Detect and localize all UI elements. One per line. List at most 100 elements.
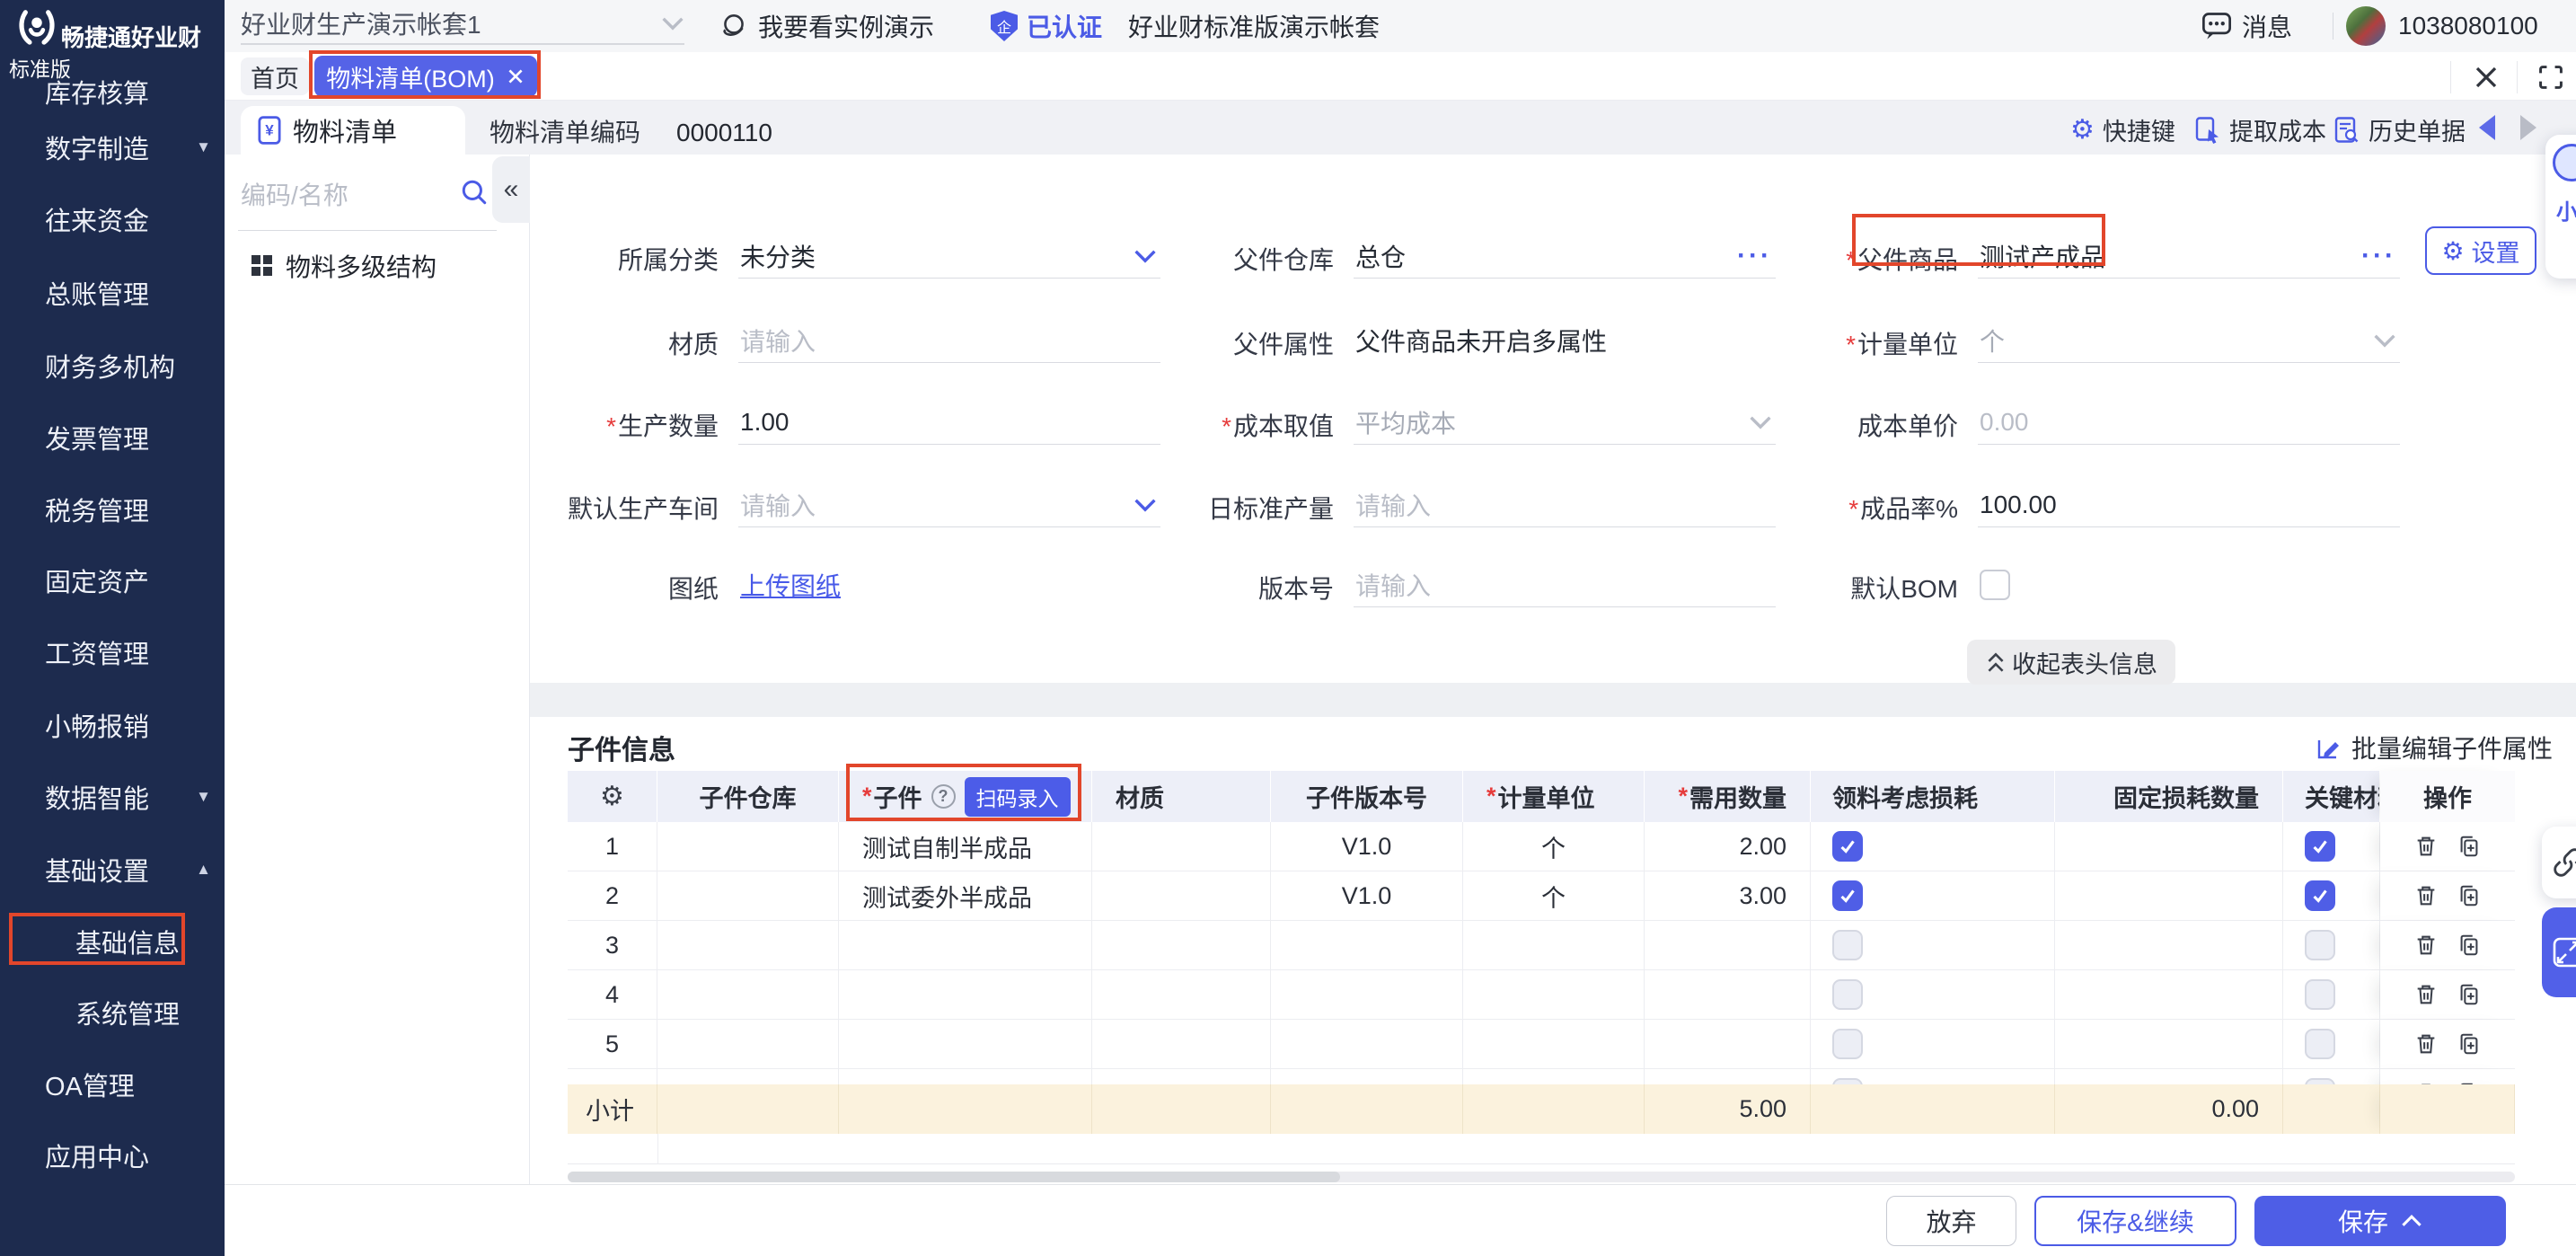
sidebar-item-15[interactable]: OA管理 [45, 1061, 211, 1108]
cost-method-select[interactable]: 平均成本 [1354, 400, 1776, 445]
daily-output-input[interactable]: 请输入 [1354, 482, 1776, 527]
cell-loss[interactable] [1811, 970, 2055, 1020]
prev-doc-arrow[interactable] [2479, 115, 2495, 140]
parent-product-picker[interactable]: 测试产成品 ··· [1978, 234, 2400, 279]
sidebar-item-10[interactable]: 小畅报销 [45, 702, 211, 748]
cell-fixed_loss[interactable] [2055, 970, 2283, 1020]
cell-version[interactable] [1271, 1020, 1463, 1069]
checkbox-unchecked[interactable] [2305, 1078, 2335, 1084]
version-input[interactable]: 请输入 [1354, 562, 1776, 607]
cell-actions[interactable] [2380, 1069, 2515, 1084]
cell-warehouse[interactable] [657, 921, 839, 970]
cell-child[interactable] [839, 921, 1092, 970]
horizontal-scrollbar[interactable] [568, 1172, 2515, 1182]
cell-loss[interactable] [1811, 822, 2055, 871]
checkbox-unchecked[interactable] [2305, 1029, 2335, 1059]
copy-insert-row-icon[interactable] [2457, 883, 2482, 908]
category-select[interactable]: 未分类 [738, 234, 1160, 279]
delete-row-icon[interactable] [2413, 982, 2439, 1007]
sidebar-item-13[interactable]: 基础信息 [75, 918, 210, 965]
sidebar-item-6[interactable]: 发票管理 [45, 414, 211, 461]
ellipsis-picker-icon[interactable]: ··· [1737, 241, 1772, 271]
cell-fixed_loss[interactable] [2055, 871, 2283, 921]
cell-material[interactable] [1092, 871, 1271, 921]
cell-warehouse[interactable] [657, 970, 839, 1020]
cell-qty[interactable] [1645, 921, 1811, 970]
upload-drawing-link[interactable]: 上传图纸 [740, 567, 841, 603]
tab-home[interactable]: 首页 [241, 57, 309, 95]
workshop-select[interactable]: 请输入 [738, 482, 1160, 527]
cell-loss[interactable] [1811, 1069, 2055, 1084]
cell-qty[interactable] [1645, 1020, 1811, 1069]
cell-actions[interactable] [2380, 970, 2515, 1020]
scrollbar-thumb[interactable] [568, 1172, 1340, 1182]
cell-fixed_loss[interactable] [2055, 1069, 2283, 1084]
sidebar-item-7[interactable]: 税务管理 [45, 486, 211, 533]
yield-rate-input[interactable]: 100.00 [1978, 482, 2400, 527]
close-page-button[interactable] [2466, 59, 2506, 95]
sidebar-item-12[interactable]: 基础设置▲ [45, 846, 211, 893]
tab-bom-active[interactable]: 物料清单(BOM) [314, 56, 537, 97]
close-tab-icon[interactable] [506, 66, 525, 86]
cell-actions[interactable] [2380, 921, 2515, 970]
cell-material[interactable] [1092, 1020, 1271, 1069]
sidebar-item-9[interactable]: 工资管理 [45, 629, 211, 676]
cell-loss[interactable] [1811, 1020, 2055, 1069]
cell-warehouse[interactable] [657, 1020, 839, 1069]
checkbox-checked[interactable] [1832, 880, 1863, 911]
checkbox-unchecked[interactable] [1832, 979, 1863, 1010]
cell-version[interactable] [1271, 970, 1463, 1020]
copy-insert-row-icon[interactable] [2457, 1031, 2482, 1057]
demo-link[interactable]: 我要看实例演示 [719, 0, 934, 52]
save-button[interactable]: 保存 [2254, 1196, 2506, 1246]
material-input[interactable]: 请输入 [738, 318, 1160, 363]
search-input[interactable]: 编码/名称 [241, 176, 348, 212]
sidebar-item-14[interactable]: 系统管理 [75, 989, 210, 1036]
save-and-continue-button[interactable]: 保存&继续 [2034, 1196, 2236, 1246]
cell-version[interactable]: V1.0 [1271, 822, 1463, 871]
cell-key_material[interactable] [2283, 970, 2380, 1020]
cell-unit[interactable] [1463, 921, 1645, 970]
cell-fixed_loss[interactable] [2055, 921, 2283, 970]
copy-insert-row-icon[interactable] [2457, 933, 2482, 958]
cell-unit[interactable] [1463, 1069, 1645, 1084]
cell-loss[interactable] [1811, 871, 2055, 921]
cell-version[interactable] [1271, 1069, 1463, 1084]
collapse-header-button[interactable]: 收起表头信息 [1967, 640, 2175, 685]
fullscreen-button[interactable] [2531, 59, 2571, 95]
search-icon[interactable] [460, 178, 489, 207]
sidebar-item-4[interactable]: 总账管理 [45, 270, 211, 316]
cell-warehouse[interactable] [657, 871, 839, 921]
messages-button[interactable]: 消息 [2201, 0, 2292, 52]
delete-row-icon[interactable] [2413, 1031, 2439, 1057]
checkbox-unchecked[interactable] [1832, 1078, 1863, 1084]
cell-qty[interactable] [1645, 970, 1811, 1020]
user-avatar[interactable] [2346, 6, 2386, 46]
expand-widget-button[interactable] [2542, 907, 2576, 997]
delete-row-icon[interactable] [2413, 834, 2439, 859]
assistant-widget[interactable]: 小 [2545, 135, 2576, 279]
checkbox-checked[interactable] [1832, 831, 1863, 862]
discard-button[interactable]: 放弃 [1886, 1196, 2016, 1246]
checkbox-checked[interactable] [2305, 831, 2335, 862]
cell-warehouse[interactable] [657, 822, 839, 871]
delete-row-icon[interactable] [2413, 933, 2439, 958]
certified-badge[interactable]: 企 已认证 [991, 0, 1102, 52]
cell-qty[interactable]: 3.00 [1645, 871, 1811, 921]
collapse-panel-button[interactable]: « [492, 156, 530, 223]
cell-key_material[interactable] [2283, 1020, 2380, 1069]
cell-qty[interactable] [1645, 1069, 1811, 1084]
cell-key_material[interactable] [2283, 1069, 2380, 1084]
checkbox-unchecked[interactable] [2305, 979, 2335, 1010]
cell-version[interactable]: V1.0 [1271, 871, 1463, 921]
cell-child[interactable] [839, 970, 1092, 1020]
sidebar-item-8[interactable]: 固定资产 [45, 557, 211, 604]
cell-actions[interactable] [2380, 822, 2515, 871]
copy-insert-row-icon[interactable] [2457, 982, 2482, 1007]
sidebar-item-1[interactable]: 库存核算 [45, 68, 211, 115]
checkbox-unchecked[interactable] [1832, 1029, 1863, 1059]
extract-cost-button[interactable]: 提取成本 [2194, 112, 2326, 147]
cell-child[interactable]: 测试委外半成品 [839, 871, 1092, 921]
sidebar-item-5[interactable]: 财务多机构 [45, 342, 211, 389]
checkbox-unchecked[interactable] [1832, 930, 1863, 960]
